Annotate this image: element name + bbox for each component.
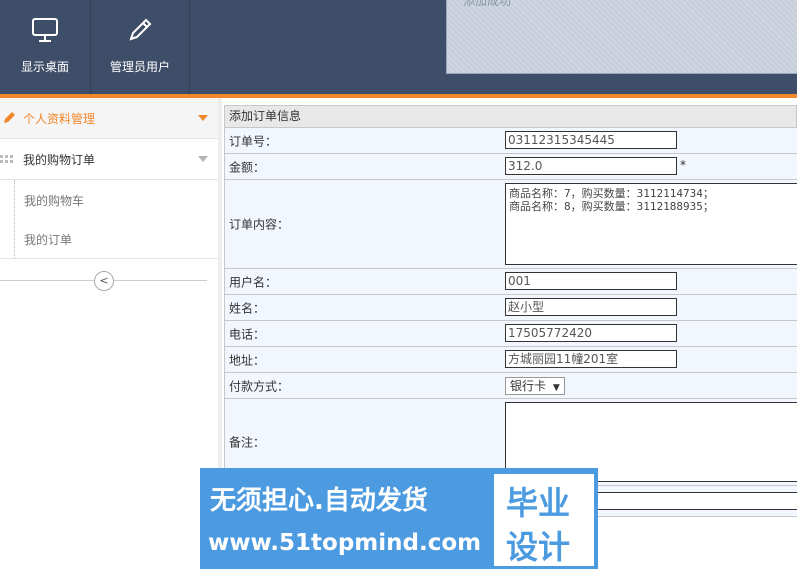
field-label: 金额： (229, 160, 266, 174)
collapse-sidebar-button[interactable]: < (94, 271, 114, 291)
form-row-name: 姓名： 赵小型 (224, 295, 797, 321)
watermark-slogan: 无须担心.自动发货 (210, 486, 428, 516)
watermark-badge: 毕业 设计 (494, 474, 594, 566)
watermark-url: www.51topmind.com (208, 530, 482, 556)
sidebar-item-cart[interactable]: 我的购物车 (24, 192, 84, 209)
form-row-address: 地址： 方城丽园11幢201室 (224, 347, 797, 373)
submenu-guide-line (14, 180, 15, 258)
dropdown-arrow-icon: ▼ (552, 383, 560, 393)
badge-bottom-text: 设计 (506, 528, 571, 566)
phone-input[interactable]: 17505772420 (505, 324, 677, 342)
chevron-left-icon: < (99, 274, 109, 287)
admin-user-button[interactable]: 管理员用户 (91, 0, 190, 94)
sidebar-item-label: 个人资料管理 (23, 112, 96, 126)
monitor-icon (31, 16, 59, 47)
form-row-phone: 电话： 17505772420 (224, 321, 797, 347)
address-input[interactable]: 方城丽园11幢201室 (505, 350, 677, 368)
form-row-payment: 付款方式： 银行卡 ▼ (224, 373, 797, 399)
form-row-order-no: 订单号： 03112315345445 (224, 128, 797, 154)
form-title: 添加订单信息 (224, 105, 797, 128)
orders-submenu: 我的购物车 我的订单 (0, 180, 218, 259)
top-header: 显示桌面 管理员用户 添加成功 (0, 0, 797, 98)
order-number-input[interactable]: 03112315345445 (505, 131, 677, 149)
notice-text: 添加成功 (463, 0, 512, 8)
form-row-amount: 金额： 312.0 * (224, 154, 797, 180)
watermark-banner: 无须担心.自动发货 www.51topmind.com 毕业 设计 (200, 468, 598, 569)
name-input[interactable]: 赵小型 (505, 298, 677, 316)
admin-user-label: 管理员用户 (109, 60, 170, 74)
amount-input[interactable]: 312.0 (505, 157, 677, 175)
selected-option: 银行卡 (510, 379, 547, 393)
chevron-down-icon (198, 115, 208, 121)
sidebar-item-my-orders[interactable]: 我的订单 (24, 231, 72, 248)
show-desktop-button[interactable]: 显示桌面 (0, 0, 91, 94)
pencil-icon (3, 110, 17, 127)
payment-method-select[interactable]: 银行卡 ▼ (505, 377, 565, 395)
field-label: 订单号： (229, 134, 278, 148)
username-input[interactable]: 001 (505, 272, 677, 290)
divider (113, 280, 207, 281)
divider (0, 280, 94, 281)
grid-dots-icon (0, 154, 14, 168)
sidebar-item-orders[interactable]: 我的购物订单 (0, 139, 218, 180)
field-label: 备注： (229, 435, 266, 450)
required-mark: * (680, 158, 686, 172)
field-label: 电话： (229, 327, 266, 341)
show-desktop-label: 显示桌面 (20, 60, 69, 74)
sidebar: 个人资料管理 我的购物订单 我的购物车 我的订单 < (0, 98, 219, 569)
badge-top-text: 毕业 (506, 484, 571, 522)
order-content-textarea[interactable]: 商品名称：7，购买数量：3112114734； 商品名称：8，购买数量：3112… (505, 183, 797, 265)
form-row-content: 订单内容： 商品名称：7，购买数量：3112114734； 商品名称：8，购买数… (224, 180, 797, 269)
sidebar-item-label: 我的购物订单 (23, 153, 96, 167)
success-notice: 添加成功 (446, 0, 797, 74)
field-label: 用户名： (229, 275, 278, 289)
pencil-icon (126, 16, 154, 47)
field-label: 订单内容： (229, 217, 290, 232)
field-label: 付款方式： (229, 379, 290, 393)
field-label: 姓名： (229, 301, 266, 315)
sidebar-item-profile[interactable]: 个人资料管理 (0, 98, 218, 139)
chevron-down-icon (198, 156, 208, 162)
field-label: 地址： (229, 353, 266, 367)
form-row-username: 用户名： 001 (224, 269, 797, 295)
